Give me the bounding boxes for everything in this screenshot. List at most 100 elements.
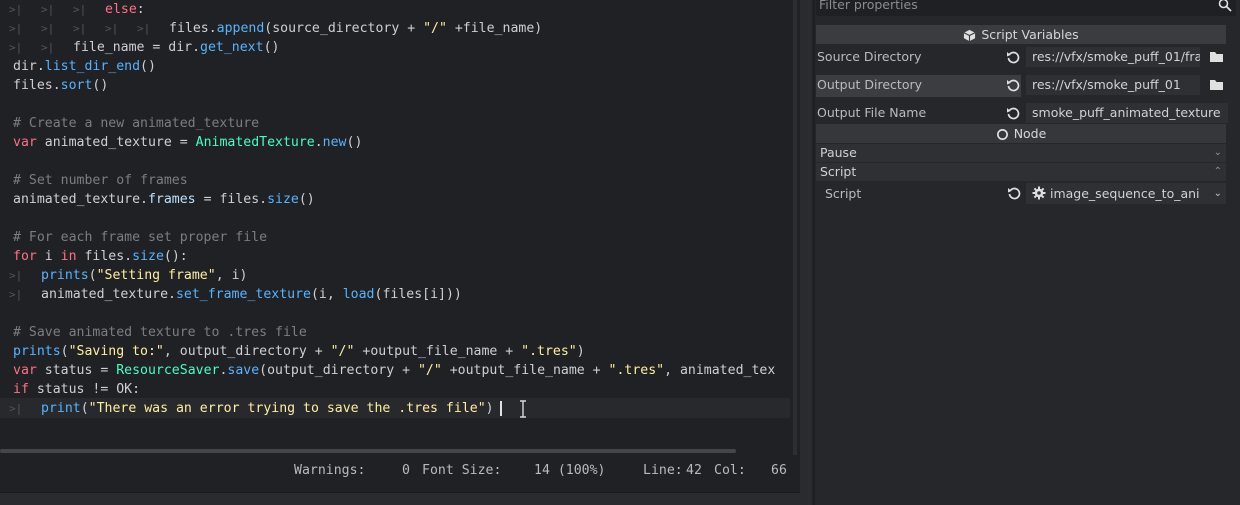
code-line[interactable]: >| prints("Setting frame", i) [9,266,247,285]
indent-guide-icon: >| [9,269,23,282]
code-token: var [13,363,37,378]
code-token: # Set number of frames [13,173,188,188]
col-value: 66 [771,463,787,478]
code-token: ( [60,344,69,359]
prop-source-directory[interactable]: Source Directory res://vfx/smoke_puff_01… [816,45,1226,69]
revert-icon[interactable] [1006,50,1020,64]
code-line[interactable]: >| print("There was an error trying to sa… [9,399,494,418]
warnings-count[interactable]: 0 [402,463,410,478]
prop-output-file-name[interactable]: Output File Name smoke_puff_animated_tex… [816,101,1228,125]
code-token: AnimatedTexture [195,135,315,150]
section-script-variables-label: Script Variables [981,27,1079,42]
node-circle-icon [996,129,1008,140]
code-token: () [298,192,315,207]
indent-guide-icon: >| [41,22,55,35]
code-token: files. [76,249,133,264]
search-icon[interactable] [1218,0,1232,12]
code-line[interactable]: # Create a new animated_texture [13,114,259,133]
code-token: files [169,21,209,36]
code-token: . [208,21,217,36]
script-resource-picker[interactable]: image_sequence_to_ani ⌄ [1026,183,1226,204]
revert-icon[interactable] [1007,186,1021,200]
code-line[interactable]: var animated_texture = AnimatedTexture.n… [13,133,362,152]
chevron-down-icon: ⌄ [1213,147,1222,158]
indent-guide-icon: >| [9,402,23,415]
code-token: () [263,40,280,55]
folder-icon[interactable] [1209,50,1224,63]
prop-script[interactable]: Script image_sequence_to_ani ⌄ [816,182,1226,204]
code-token: sort [60,78,93,93]
code-line[interactable]: if status != OK: [13,380,140,399]
script-value: image_sequence_to_ani [1050,186,1200,201]
code-line[interactable]: >| animated_texture.set_frame_texture(i, … [9,285,462,304]
category-pause-label: Pause [820,145,857,160]
code-token: load [342,287,375,302]
section-node[interactable]: Node [816,124,1226,143]
code-token: prints [13,344,61,359]
revert-icon[interactable] [1006,106,1020,120]
section-node-label: Node [1013,126,1047,141]
code-line[interactable]: for i in files.size(): [13,247,188,266]
prop-label: Source Directory [817,49,922,64]
script-editor[interactable]: >| >| >| else: >| >| >| >| >| files.append(source… [0,0,800,505]
indent-guide-icon: >| [9,22,23,35]
filter-properties-input[interactable]: Filter properties [816,0,1236,16]
code-token: (i, [310,287,343,302]
prop-label: Script [825,186,862,201]
code-token: dir. [13,59,45,74]
code-line[interactable]: # Set number of frames [13,171,188,190]
code-token: prints [41,268,89,283]
code-token: get_next [200,40,264,55]
code-line[interactable]: prints("Saving to:", output_directory + … [13,342,585,361]
section-script-variables[interactable]: Script Variables [816,25,1226,44]
ibeam-cursor-icon [520,400,526,418]
code-token: print [41,401,81,416]
horizontal-scrollbar[interactable] [0,449,736,453]
prop-value-field[interactable]: smoke_puff_animated_texture [1026,103,1228,123]
code-token: "There was an error trying to save the .… [88,401,486,416]
revert-icon[interactable] [1006,78,1020,92]
category-script[interactable]: Script ⌃ [816,163,1226,181]
category-pause[interactable]: Pause ⌄ [816,144,1226,162]
code-token: . [314,135,323,150]
code-token: file_name = dir. [73,40,201,55]
code-token: ResourceSaver [116,363,220,378]
code-token: ) [576,344,585,359]
code-line[interactable]: animated_texture.frames = files.size() [13,190,315,209]
text-caret [500,401,502,416]
prop-output-directory[interactable]: Output Directory res://vfx/smoke_puff_01 [816,73,1226,97]
code-token: animated_texture. [13,192,148,207]
vertical-scrollbar[interactable] [793,0,797,455]
panel-splitter[interactable] [800,0,812,505]
indent-guide-icon: >| [9,3,23,16]
code-line[interactable]: >| >| >| >| >| files.append(source_directory … [9,19,542,38]
prop-value-field[interactable]: res://vfx/smoke_puff_01/fra [1026,47,1200,67]
script-variables-icon [963,29,976,42]
code-line[interactable]: var status = ResourceSaver.save(output_d… [13,361,775,380]
code-token: +output_file_name + [354,344,522,359]
dropdown-arrow-icon[interactable]: ⌄ [1214,183,1222,204]
font-size-label: Font Size: [422,463,502,478]
prop-label: Output Directory [817,77,923,92]
font-size-value[interactable]: 14 (100%) [534,463,605,478]
code-token: animated_texture = [36,135,196,150]
col-label: Col: [714,463,746,478]
code-line[interactable]: dir.list_dir_end() [13,57,156,76]
inspector-panel: Filter properties Script Variables Sourc… [812,0,1240,505]
folder-icon[interactable] [1209,78,1224,91]
code-area[interactable]: >| >| >| else: >| >| >| >| >| files.append(source… [0,0,790,418]
category-script-label: Script [820,164,857,179]
code-line[interactable]: files.sort() [13,76,108,95]
code-token: # Create a new animated_texture [13,116,260,131]
code-line[interactable]: >| >| >| else: [9,0,145,19]
warnings-label: Warnings: [294,463,366,478]
prop-value-field[interactable]: res://vfx/smoke_puff_01 [1026,75,1200,95]
code-line[interactable]: # For each frame set proper file [13,228,267,247]
indent-guide-icon: >| [73,3,87,16]
prop-label: Output File Name [817,105,927,120]
code-token: ".tres" [521,344,577,359]
code-line[interactable]: >| >| file_name = dir.get_next() [9,38,279,57]
code-line[interactable]: # Save animated texture to .tres file [13,323,307,342]
bottom-panel-strip [0,492,800,505]
code-token: () [140,59,156,74]
